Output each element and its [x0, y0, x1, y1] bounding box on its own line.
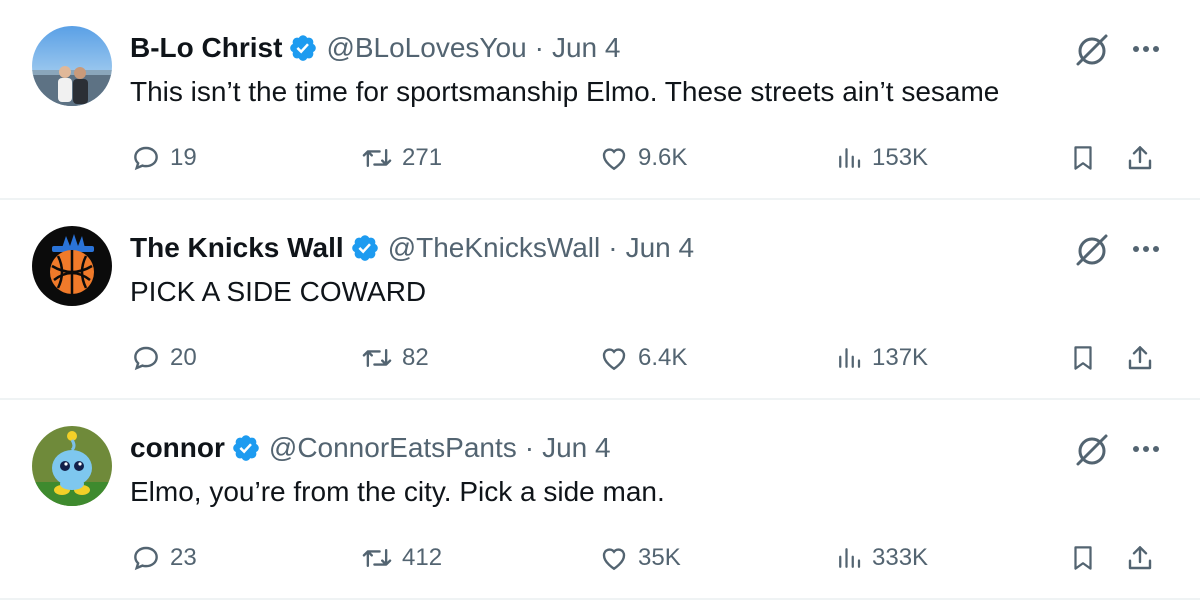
like-icon — [598, 142, 630, 174]
share-icon — [1124, 341, 1156, 375]
like-count: 9.6K — [638, 144, 688, 171]
tweet[interactable]: connor @ConnorEatsPants · Jun 4 Elmo, yo… — [0, 400, 1200, 600]
like-count: 35K — [638, 544, 681, 571]
views-count: 333K — [872, 544, 929, 571]
tweet-text: This isn’t the time for sportsmanship El… — [130, 76, 1000, 107]
verified-badge-icon — [350, 233, 380, 263]
bookmark-icon — [1068, 141, 1098, 175]
more-icon[interactable] — [1126, 32, 1166, 66]
separator-dot: · — [524, 432, 535, 463]
views-button[interactable]: 333K — [834, 538, 928, 578]
reply-button[interactable]: 23 — [130, 538, 197, 578]
more-icon[interactable] — [1126, 432, 1166, 466]
reply-count: 19 — [170, 144, 197, 171]
views-button[interactable]: 137K — [834, 338, 928, 378]
retweet-button[interactable]: 82 — [360, 338, 429, 378]
separator-dot: · — [534, 32, 544, 63]
separator-dot: · — [608, 232, 618, 263]
retweet-button[interactable]: 412 — [360, 538, 442, 578]
share-icon — [1124, 541, 1156, 575]
retweet-button[interactable]: 271 — [360, 138, 442, 178]
reply-icon — [130, 342, 162, 374]
like-count: 6.4K — [638, 344, 688, 371]
user-handle[interactable]: @BLoLovesYou — [326, 30, 526, 66]
share-button[interactable] — [1124, 538, 1156, 578]
reply-count: 20 — [170, 344, 197, 371]
tweet-text: Elmo, you’re from the city. Pick a side … — [130, 476, 665, 507]
user-handle[interactable]: @ConnorEatsPants — [269, 430, 517, 466]
tweet-text: PICK A SIDE COWARD — [130, 276, 427, 307]
views-icon — [834, 542, 864, 574]
tweet[interactable]: B-Lo Christ @BLoLovesYou · Jun 4 This is… — [0, 0, 1200, 200]
share-button[interactable] — [1124, 138, 1156, 178]
bookmark-button[interactable] — [1068, 338, 1098, 378]
retweet-count: 271 — [402, 144, 443, 171]
views-button[interactable]: 153K — [834, 138, 928, 178]
grok-icon[interactable] — [1072, 430, 1112, 470]
grok-icon[interactable] — [1072, 30, 1112, 70]
display-name[interactable]: B-Lo Christ — [130, 30, 282, 66]
tweet-actions: 20 82 6.4K 137K — [130, 338, 1170, 378]
verified-badge-icon — [231, 433, 261, 463]
tweet-header: connor @ConnorEatsPants · Jun 4 — [130, 430, 611, 466]
tweet[interactable]: The Knicks Wall @TheKnicksWall · Jun 4 P… — [0, 200, 1200, 400]
bookmark-button[interactable] — [1068, 138, 1098, 178]
tweet-feed: B-Lo Christ @BLoLovesYou · Jun 4 This is… — [0, 0, 1200, 602]
views-count: 153K — [872, 144, 929, 171]
more-icon[interactable] — [1126, 232, 1166, 266]
bookmark-button[interactable] — [1068, 538, 1098, 578]
display-name[interactable]: The Knicks Wall — [130, 230, 344, 266]
avatar[interactable] — [32, 226, 112, 306]
like-icon — [598, 342, 630, 374]
display-name[interactable]: connor — [130, 430, 225, 466]
user-handle[interactable]: @TheKnicksWall — [388, 230, 601, 266]
bookmark-icon — [1068, 341, 1098, 375]
reply-icon — [130, 142, 162, 174]
bookmark-icon — [1068, 541, 1098, 575]
tweet-header: B-Lo Christ @BLoLovesYou · Jun 4 — [130, 30, 620, 66]
tweet-date[interactable]: Jun 4 — [552, 30, 621, 66]
share-icon — [1124, 141, 1156, 175]
retweet-count: 412 — [402, 544, 443, 571]
tweet-date[interactable]: Jun 4 — [542, 430, 611, 466]
tweet-header: The Knicks Wall @TheKnicksWall · Jun 4 — [130, 230, 694, 266]
views-icon — [834, 342, 864, 374]
like-button[interactable]: 6.4K — [598, 338, 687, 378]
grok-icon[interactable] — [1072, 230, 1112, 270]
views-count: 137K — [872, 344, 929, 371]
verified-badge-icon — [288, 33, 318, 63]
tweet-actions: 23 412 35K 333K — [130, 538, 1170, 578]
tweet-date[interactable]: Jun 4 — [626, 230, 695, 266]
reply-button[interactable]: 20 — [130, 338, 197, 378]
retweet-icon — [360, 142, 394, 174]
avatar[interactable] — [32, 426, 112, 506]
retweet-count: 82 — [402, 344, 429, 371]
reply-button[interactable]: 19 — [130, 138, 197, 178]
retweet-icon — [360, 542, 394, 574]
like-icon — [598, 542, 630, 574]
retweet-icon — [360, 342, 394, 374]
share-button[interactable] — [1124, 338, 1156, 378]
like-button[interactable]: 9.6K — [598, 138, 687, 178]
reply-icon — [130, 542, 162, 574]
avatar[interactable] — [32, 26, 112, 106]
views-icon — [834, 142, 864, 174]
reply-count: 23 — [170, 544, 197, 571]
tweet-actions: 19 271 9.6K 153K — [130, 138, 1170, 178]
like-button[interactable]: 35K — [598, 538, 681, 578]
